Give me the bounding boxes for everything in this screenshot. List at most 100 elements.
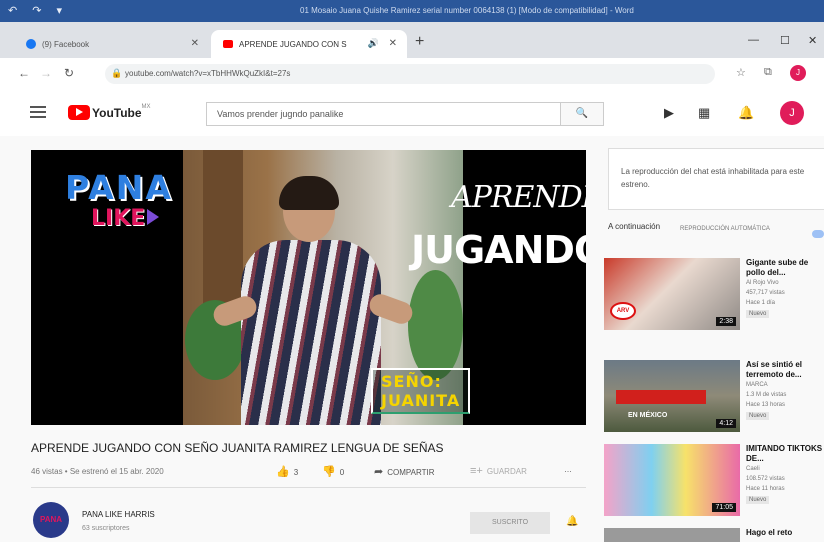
video-player[interactable]: SEÑO: JUANITA PANA LIKE APRENDE JUGANDO (31, 150, 586, 425)
create-video-icon[interactable]: ▶ (664, 105, 674, 121)
url-field[interactable]: 🔒 youtube.com/watch?v=xTbHHWkQuZkI&t=27s (105, 64, 715, 84)
browser-tabstrip: (9) Facebook ✕ APRENDE JUGANDO CON S 🔊 ✕… (0, 22, 824, 58)
youtube-favicon-icon (223, 40, 233, 48)
recommended-video[interactable]: 71:05 IMITANDO TIKTOKS DE... Caeli 108.5… (604, 444, 824, 516)
divider (31, 487, 586, 488)
jugando-overlay-text: JUGANDO (411, 228, 586, 272)
youtube-logo[interactable]: YouTubeMX (68, 104, 151, 122)
search-icon: 🔍 (575, 108, 589, 119)
recommended-title[interactable]: Gigante sube de pollo del... (746, 258, 824, 278)
video-thumbnail[interactable] (604, 528, 740, 542)
recommended-video[interactable]: EN MÉXICO 4:12 Así se sintió el terremot… (604, 360, 824, 432)
video-title: APRENDE JUGANDO CON SEÑO JUANITA RAMIREZ… (31, 441, 444, 455)
channel-notifications-bell-icon[interactable]: 🔔 (566, 516, 578, 527)
news-banner-text: EN MÉXICO (628, 412, 668, 419)
country-code: MX (141, 104, 151, 110)
dislike-count: 0 (339, 468, 345, 477)
recommended-title[interactable]: Así se sintió el terremoto de... (746, 360, 824, 380)
tab-label: (9) Facebook (42, 40, 90, 49)
video-thumbnail[interactable]: 71:05 (604, 444, 740, 516)
url-text: youtube.com/watch?v=xTbHHWkQuZkI&t=27s (125, 69, 291, 78)
thumbs-up-icon: 👍 (276, 466, 290, 478)
close-tab-icon[interactable]: ✕ (191, 38, 199, 49)
new-badge: Nuevo (746, 412, 770, 420)
play-triangle-icon (147, 209, 160, 225)
channel-logo-badge: ARV (610, 302, 636, 320)
word-titlebar: ↶ ↷ ▾ 01 Mosaio Juana Quishe Ramirez ser… (0, 0, 824, 22)
youtube-wordmark: YouTube (92, 105, 142, 120)
video-scene: SEÑO: JUANITA (183, 150, 471, 425)
like-logo: LIKE (91, 206, 160, 231)
apps-grid-icon[interactable]: ▦ (698, 105, 710, 121)
recommended-title[interactable]: IMITANDO TIKTOKS DE... (746, 444, 824, 464)
channel-name[interactable]: PANA LIKE HARRIS (82, 510, 155, 519)
playlist-add-icon: ≡+ (470, 465, 483, 477)
recommended-title[interactable]: Hago el reto (746, 528, 824, 538)
search-input[interactable]: Vamos prender jugndo panalike 🔍 (206, 102, 604, 126)
recommended-time: Hace 1 día (746, 300, 776, 306)
notifications-bell-icon[interactable]: 🔔 (738, 105, 754, 121)
channel-avatar[interactable]: PANA (33, 502, 69, 538)
recommended-channel[interactable]: Al Rojo Vivo (746, 280, 779, 286)
browser-address-bar: ← → ↻ 🔒 youtube.com/watch?v=xTbHHWkQuZkI… (0, 58, 824, 91)
presenter-name-caption: SEÑO: JUANITA (371, 368, 471, 414)
dislike-button[interactable]: 👎 0 (322, 465, 344, 478)
close-window-button[interactable]: ✕ (808, 34, 817, 47)
like-count: 3 (293, 468, 299, 477)
search-button[interactable]: 🔍 (560, 103, 603, 125)
browser-profile-avatar[interactable]: J (790, 65, 806, 81)
minimize-button[interactable]: — (748, 34, 759, 46)
channel-subscriber-count: 63 suscriptores (82, 525, 130, 532)
live-chat-disabled-box: La reproducción del chat está inhabilita… (608, 148, 824, 210)
share-button[interactable]: ➦ COMPARTIR (374, 465, 434, 478)
recommended-video[interactable]: Hago el reto (604, 528, 824, 542)
presenter-hair (279, 176, 339, 210)
tab-label: APRENDE JUGANDO CON S (239, 40, 347, 49)
up-next-heading: A continuación (608, 222, 661, 231)
search-query-text: Vamos prender jugndo panalike (217, 109, 344, 119)
recommended-views: 457,717 vistas (746, 290, 785, 296)
share-label: COMPARTIR (387, 468, 435, 477)
quick-access-toolbar[interactable]: ↶ ↷ ▾ (8, 4, 68, 17)
subscribe-button[interactable]: SUSCRITO (470, 512, 550, 534)
save-button[interactable]: ≡+ GUARDAR (470, 465, 527, 477)
video-duration: 71:05 (712, 503, 736, 512)
recommended-views: 108.572 vistas (746, 476, 785, 482)
close-tab-icon[interactable]: ✕ (389, 38, 397, 49)
youtube-header: YouTubeMX Vamos prender jugndo panalike … (0, 90, 824, 136)
word-document-title: 01 Mosaio Juana Quishe Ramirez serial nu… (300, 6, 634, 15)
video-duration: 2:38 (716, 317, 736, 326)
forward-arrow-icon[interactable]: → (40, 66, 52, 80)
back-arrow-icon[interactable]: ← (18, 66, 30, 80)
video-thumbnail[interactable]: EN MÉXICO 4:12 (604, 360, 740, 432)
more-actions-button[interactable]: … (564, 465, 572, 474)
tab-youtube[interactable]: APRENDE JUGANDO CON S 🔊 ✕ (211, 30, 407, 58)
maximize-button[interactable]: ☐ (780, 34, 790, 47)
audio-playing-icon[interactable]: 🔊 (368, 38, 379, 49)
lock-icon[interactable]: 🔒 (111, 68, 122, 79)
recommended-channel[interactable]: MARCA (746, 382, 768, 388)
video-thumbnail[interactable]: ARV 2:38 (604, 258, 740, 330)
like-button[interactable]: 👍 3 (276, 465, 298, 478)
menu-icon[interactable] (30, 106, 46, 121)
new-badge: Nuevo (746, 496, 770, 504)
reload-icon[interactable]: ↻ (64, 66, 74, 80)
recommended-time: Hace 13 horas (746, 402, 786, 408)
aprende-overlay-text: APRENDE (451, 180, 586, 215)
tab-facebook[interactable]: (9) Facebook ✕ (14, 30, 209, 58)
video-duration: 4:12 (716, 419, 736, 428)
presenter-body (241, 240, 381, 425)
autoplay-toggle[interactable] (812, 230, 824, 238)
bookmark-star-icon[interactable]: ☆ (736, 66, 746, 79)
pana-logo-text: PANA (65, 168, 173, 207)
video-meta: 46 vistas • Se estrenó el 15 abr. 2020 (31, 467, 164, 476)
plant (408, 270, 463, 380)
new-tab-button[interactable]: + (415, 33, 424, 51)
account-avatar[interactable]: J (780, 101, 804, 125)
extensions-icon[interactable]: ⧉ (764, 66, 772, 79)
new-badge: Nuevo (746, 310, 770, 318)
recommended-video[interactable]: ARV 2:38 Gigante sube de pollo del... Al… (604, 258, 824, 330)
recommended-channel[interactable]: Caeli (746, 466, 760, 472)
recommended-views: 1.3 M de vistas (746, 392, 787, 398)
autoplay-label: REPRODUCCIÓN AUTOMÁTICA (680, 226, 770, 232)
